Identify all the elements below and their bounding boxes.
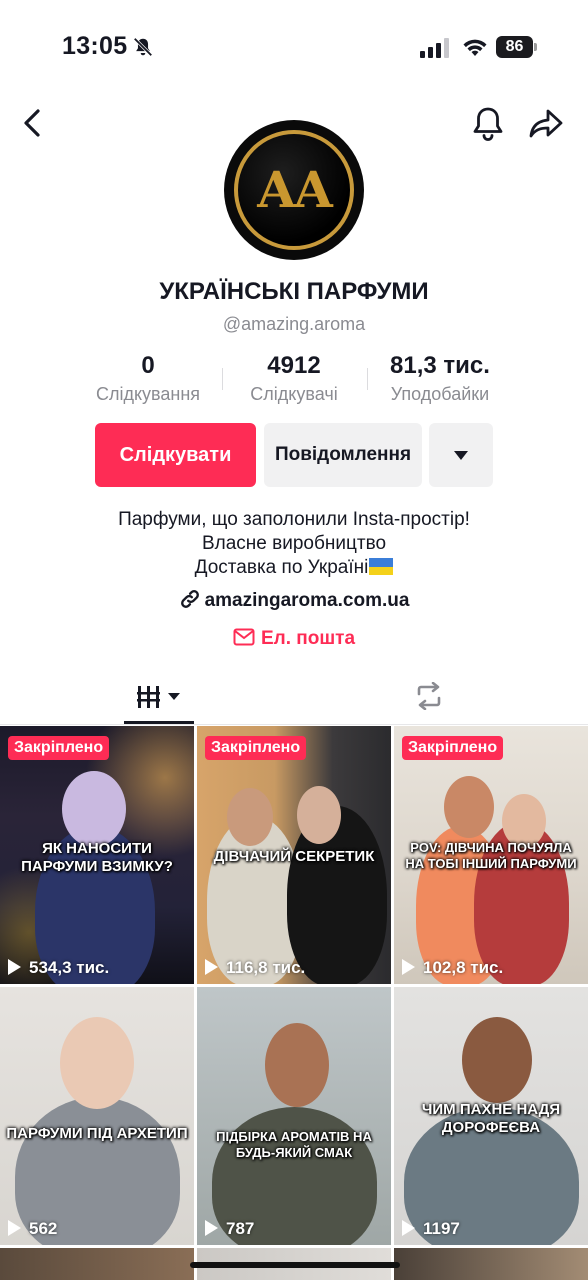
- view-count: 1197: [402, 1219, 460, 1239]
- bio-line-2: Власне виробництво: [201, 533, 387, 554]
- battery-level: 86: [496, 36, 533, 58]
- video-caption: ДІВЧАЧИЙ СЕКРЕТИК: [213, 848, 375, 865]
- video-background: [0, 1248, 194, 1280]
- video-thumbnail[interactable]: ПІДБІРКА АРОМАТІВ НА БУДЬ-ЯКИЙ СМАК 787: [197, 987, 391, 1245]
- website-link-text: amazingaroma.com.ua: [204, 590, 410, 611]
- person-face: [444, 776, 494, 838]
- website-link[interactable]: amazingaroma.com.ua: [0, 588, 588, 612]
- view-count-value: 102,8 тис.: [423, 958, 504, 977]
- person-face: [265, 1023, 329, 1107]
- repost-icon: [417, 682, 441, 710]
- stat-followers[interactable]: 4912 Слідкувачі: [240, 352, 348, 405]
- video-thumbnail[interactable]: Закріплено ЯК НАНОСИТИ ПАРФУМИ ВЗИМКУ? 5…: [0, 726, 194, 984]
- tab-videos[interactable]: [124, 676, 194, 724]
- play-icon: [205, 959, 218, 975]
- video-thumbnail[interactable]: [0, 1248, 194, 1280]
- wifi-icon: [463, 39, 487, 56]
- view-count-value: 116,8 тис.: [226, 958, 306, 977]
- video-caption: ЯК НАНОСИТИ ПАРФУМИ ВЗИМКУ?: [21, 840, 173, 875]
- message-button[interactable]: Повідомлення: [264, 423, 422, 487]
- video-thumbnail[interactable]: ЧИМ ПАХНЕ НАДЯ ДОРОФЕЄВА 1197: [394, 987, 588, 1245]
- person-face: [227, 788, 273, 846]
- video-caption: POV: ДІВЧИНА ПОЧУЯЛА НА ТОБІ ІНШИЙ ПАРФУ…: [405, 840, 577, 871]
- pinned-badge: Закріплено: [402, 736, 504, 760]
- video-thumbnail[interactable]: [394, 1248, 588, 1280]
- link-icon: [180, 590, 199, 608]
- stat-likes-value: 81,3 тис.: [390, 352, 490, 379]
- play-icon: [402, 959, 415, 975]
- bio-line-1: Парфуми, що заполонили Insta-простір!: [118, 509, 470, 530]
- suggested-accounts-button[interactable]: [429, 423, 493, 487]
- chevron-left-icon[interactable]: [18, 106, 48, 140]
- view-count: 562: [8, 1219, 57, 1239]
- video-background: [394, 1248, 588, 1280]
- mail-icon: [233, 628, 255, 646]
- email-label: Ел. пошта: [260, 628, 356, 649]
- profile-name: УКРАЇНСЬКІ ПАРФУМИ: [159, 278, 429, 305]
- pinned-badge: Закріплено: [8, 736, 110, 760]
- videos-grid-icon: [137, 686, 180, 708]
- ukraine-flag-icon: [369, 558, 394, 575]
- person-face: [62, 771, 126, 847]
- person-face: [462, 1017, 532, 1103]
- stat-following-value: 0: [141, 352, 155, 379]
- share-icon[interactable]: [527, 106, 565, 140]
- bell-icon[interactable]: [470, 104, 506, 142]
- stat-followers-label: Слідкувачі: [250, 384, 338, 404]
- caret-down-icon: [454, 451, 468, 460]
- stat-likes-label: Уподобайки: [390, 384, 490, 404]
- play-icon: [8, 959, 21, 975]
- view-count: 102,8 тис.: [402, 958, 503, 978]
- stat-followers-value: 4912: [267, 352, 321, 379]
- video-thumbnail[interactable]: ПАРФУМИ ПІД АРХЕТИП 562: [0, 987, 194, 1245]
- stat-following-label: Слідкування: [95, 384, 201, 404]
- tab-reposts[interactable]: [394, 676, 464, 724]
- pinned-badge: Закріплено: [205, 736, 307, 760]
- video-caption: ПАРФУМИ ПІД АРХЕТИП: [6, 1125, 188, 1142]
- signal-icon: [420, 38, 449, 58]
- video-thumbnail[interactable]: Закріплено ДІВЧАЧИЙ СЕКРЕТИК 116,8 тис.: [197, 726, 391, 984]
- bio-line-3-text: Доставка по Україні: [194, 557, 369, 578]
- stat-divider: [367, 368, 368, 390]
- avatar[interactable]: AA: [224, 120, 364, 260]
- play-icon: [205, 1220, 218, 1236]
- video-caption: ПІДБІРКА АРОМАТІВ НА БУДЬ-ЯКИЙ СМАК: [216, 1129, 372, 1160]
- battery-tip: [534, 43, 537, 51]
- avatar-logo: AA: [257, 160, 333, 219]
- battery-icon: 86: [496, 36, 538, 58]
- video-caption: ЧИМ ПАХНЕ НАДЯ ДОРОФЕЄВА: [421, 1101, 561, 1136]
- stat-following[interactable]: 0 Слідкування: [88, 352, 208, 405]
- play-icon: [8, 1220, 21, 1236]
- bio-line-3: Доставка по Україні: [0, 557, 588, 579]
- profile-handle: @amazing.aroma: [222, 314, 366, 334]
- view-count: 787: [205, 1219, 254, 1239]
- person-face: [60, 1017, 134, 1109]
- view-count-value: 1197: [423, 1219, 460, 1238]
- home-indicator: [190, 1262, 400, 1268]
- email-button[interactable]: Ел. пошта: [0, 628, 588, 650]
- view-count-value: 787: [226, 1219, 255, 1238]
- view-count: 534,3 тис.: [8, 958, 109, 978]
- follow-button[interactable]: Слідкувати: [95, 423, 256, 487]
- view-count: 116,8 тис.: [205, 958, 305, 978]
- video-thumbnail[interactable]: Закріплено POV: ДІВЧИНА ПОЧУЯЛА НА ТОБІ …: [394, 726, 588, 984]
- bell-off-icon: [133, 37, 153, 57]
- stat-likes[interactable]: 81,3 тис. Уподобайки: [380, 352, 500, 405]
- tabs-divider: [0, 724, 588, 725]
- person-face: [297, 786, 341, 844]
- status-time: 13:05: [62, 32, 128, 60]
- play-icon: [402, 1220, 415, 1236]
- status-bar: 13:05 86: [0, 0, 588, 96]
- stat-divider: [222, 368, 223, 390]
- view-count-value: 562: [29, 1219, 58, 1238]
- view-count-value: 534,3 тис.: [29, 958, 110, 977]
